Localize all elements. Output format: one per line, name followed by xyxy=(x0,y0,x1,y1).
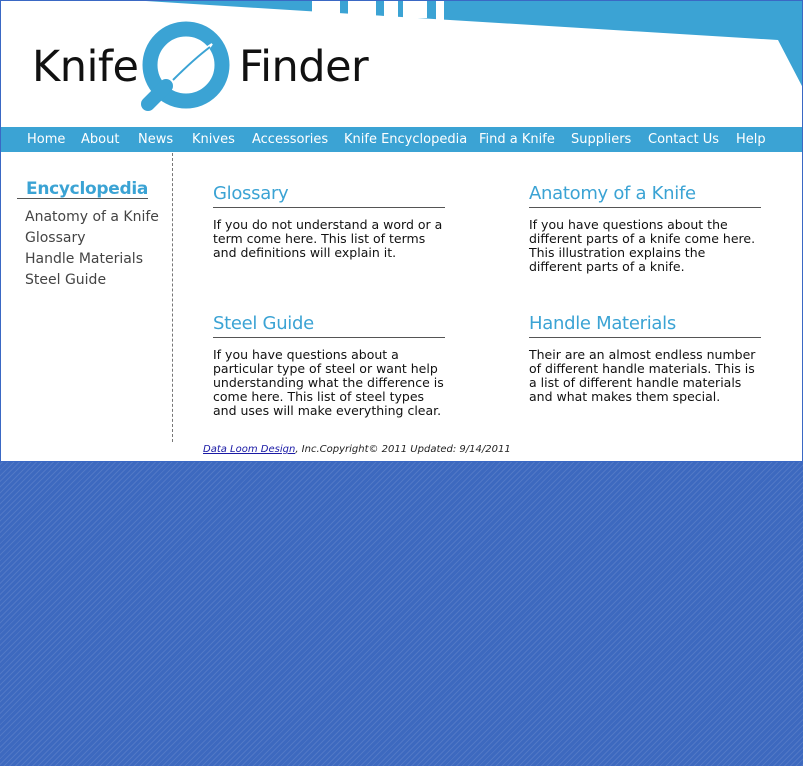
header: Knife Finder xyxy=(0,0,803,127)
footer-designer-link[interactable]: Data Loom Design xyxy=(203,444,295,455)
nav-find-a-knife[interactable]: Find a Knife xyxy=(479,127,555,152)
knife-magnifier-icon xyxy=(141,21,230,111)
nav-suppliers[interactable]: Suppliers xyxy=(571,127,631,152)
nav-home[interactable]: Home xyxy=(27,127,65,152)
nav-about[interactable]: About xyxy=(81,127,119,152)
section-divider xyxy=(529,207,761,208)
sidebar-link-handle-materials[interactable]: Handle Materials xyxy=(25,251,143,267)
sidebar-link-glossary[interactable]: Glossary xyxy=(25,230,86,246)
glossary-section: Glossary If you do not understand a word… xyxy=(213,182,445,260)
page-container: Knife Finder Home About News Knives Acce… xyxy=(0,0,803,462)
nav-accessories[interactable]: Accessories xyxy=(252,127,328,152)
main-nav: Home About News Knives Accessories Knife… xyxy=(0,127,803,152)
anatomy-title[interactable]: Anatomy of a Knife xyxy=(529,182,761,206)
logo-text-finder: Finder xyxy=(239,42,369,92)
handle-materials-title[interactable]: Handle Materials xyxy=(529,312,761,336)
steel-guide-section: Steel Guide If you have questions about … xyxy=(213,312,445,418)
handle-materials-section: Handle Materials Their are an almost end… xyxy=(529,312,761,404)
anatomy-section: Anatomy of a Knife If you have questions… xyxy=(529,182,761,274)
section-divider xyxy=(529,337,761,338)
steel-guide-title[interactable]: Steel Guide xyxy=(213,312,445,336)
sidebar-link-anatomy[interactable]: Anatomy of a Knife xyxy=(25,209,159,225)
glossary-title[interactable]: Glossary xyxy=(213,182,445,206)
steel-guide-description: If you have questions about a particular… xyxy=(213,347,444,418)
section-divider xyxy=(213,337,445,338)
anatomy-description: If you have questions about the differen… xyxy=(529,217,756,274)
sidebar-link-steel-guide[interactable]: Steel Guide xyxy=(25,272,106,288)
glossary-description: If you do not understand a word or a ter… xyxy=(213,217,443,260)
section-divider xyxy=(213,207,445,208)
handle-materials-description: Their are an almost endless number of di… xyxy=(529,347,756,404)
knife-finder-logo[interactable]: Knife Finder xyxy=(32,20,372,112)
nav-help[interactable]: Help xyxy=(736,127,766,152)
nav-contact-us[interactable]: Contact Us xyxy=(648,127,719,152)
nav-news[interactable]: News xyxy=(138,127,173,152)
sidebar-title-underline xyxy=(17,198,148,199)
sidebar-divider xyxy=(172,153,173,442)
footer-copyright: , Inc.Copyright© 2011 Updated: 9/14/2011 xyxy=(295,444,511,455)
nav-knives[interactable]: Knives xyxy=(192,127,235,152)
footer: Data Loom Design, Inc.Copyright© 2011 Up… xyxy=(203,444,511,455)
logo-text-knife: Knife xyxy=(32,42,139,92)
nav-knife-encyclopedia[interactable]: Knife Encyclopedia xyxy=(344,127,467,152)
sidebar-title: Encyclopedia xyxy=(26,179,149,199)
